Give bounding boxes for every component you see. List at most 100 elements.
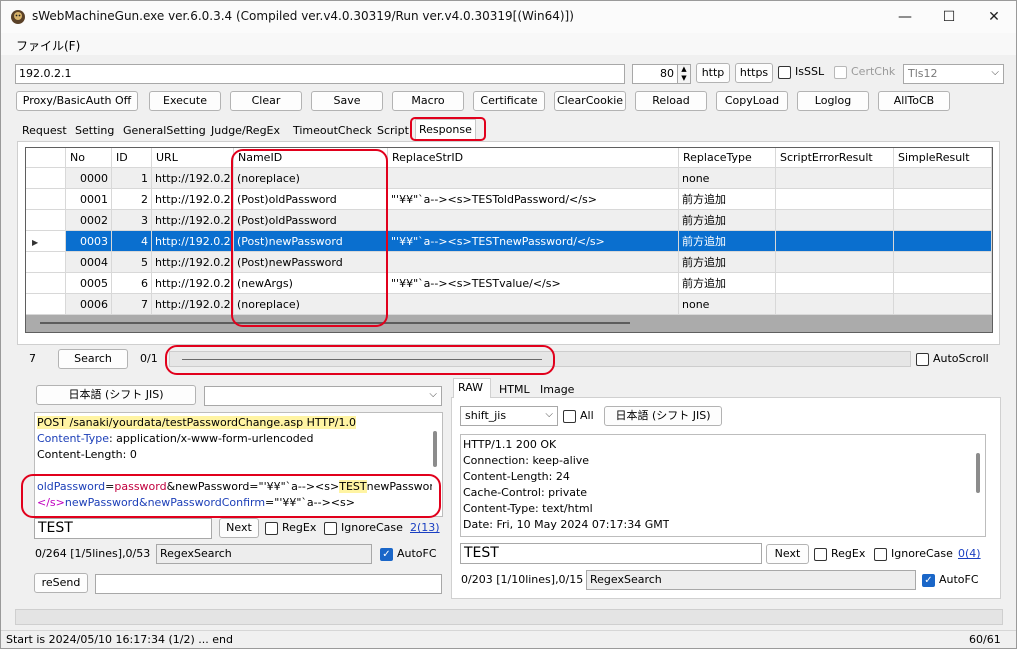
save-button[interactable]: Save <box>311 91 383 111</box>
grid-cell-nameid[interactable]: (Post)oldPassword <box>234 189 388 210</box>
grid-cell-nameid[interactable]: (noreplace) <box>234 168 388 189</box>
grid-scrollbar[interactable] <box>40 322 630 324</box>
tab-generalsetting[interactable]: GeneralSetting <box>120 121 209 142</box>
grid-cell-no[interactable]: 0002 <box>66 210 112 231</box>
grid-cell-replacestrid[interactable]: "'¥¥"`a--><s>TESToldPassword/</s> <box>388 189 679 210</box>
maximize-button[interactable]: ☐ <box>926 1 972 33</box>
proxy-button[interactable]: Proxy/BasicAuth Off <box>16 91 138 111</box>
grid-cell-simpleresult[interactable] <box>894 168 992 189</box>
macro-button[interactable]: Macro <box>392 91 464 111</box>
grid-cell-replacestrid[interactable] <box>388 210 679 231</box>
grid-cell-no[interactable]: 0003 <box>66 231 112 252</box>
response-regex-checkbox[interactable] <box>814 548 827 561</box>
autoscroll-checkbox[interactable] <box>916 353 929 366</box>
response-scrollbar[interactable] <box>976 453 980 493</box>
grid-cell-nameid[interactable]: (Post)newPassword <box>234 231 388 252</box>
menu-file[interactable]: ファイル(F) <box>16 37 80 54</box>
grid-cell-url[interactable]: http://192.0.2.... <box>152 189 234 210</box>
response-ignorecase-checkbox[interactable] <box>874 548 887 561</box>
grid-cell-nameid[interactable]: (noreplace) <box>234 294 388 315</box>
request-ignorecase-checkbox[interactable] <box>324 522 337 535</box>
grid-cell-replacestrid[interactable]: "'¥¥"`a--><s>TESTvalue/</s> <box>388 273 679 294</box>
alltocb-button[interactable]: AllToCB <box>878 91 950 111</box>
resend-button[interactable]: reSend <box>34 573 88 593</box>
grid-cell-replacetype[interactable]: 前方追加 <box>679 273 776 294</box>
grid-cell-nameid[interactable]: (newArgs) <box>234 273 388 294</box>
grid-cell-simpleresult[interactable] <box>894 252 992 273</box>
grid-cell-simpleresult[interactable] <box>894 189 992 210</box>
grid-cell-scripterror[interactable] <box>776 210 894 231</box>
grid-cell-nameid[interactable]: (Post)newPassword <box>234 252 388 273</box>
grid-cell-scripterror[interactable] <box>776 189 894 210</box>
grid-cell-id[interactable]: 3 <box>112 210 152 231</box>
grid-cell-url[interactable]: http://192.0.2.... <box>152 294 234 315</box>
grid-cell-replacestrid[interactable] <box>388 168 679 189</box>
request-regex-search[interactable]: RegexSearch <box>156 544 372 564</box>
grid-cell-replacetype[interactable]: none <box>679 168 776 189</box>
response-tab-raw[interactable]: RAW <box>453 378 491 398</box>
grid-header-nameid[interactable]: NameID <box>234 148 388 168</box>
grid-header-no[interactable]: No <box>66 148 112 168</box>
response-autofc-checkbox[interactable]: ✓ <box>922 574 935 587</box>
grid-cell-id[interactable]: 4 <box>112 231 152 252</box>
response-find-input[interactable]: TEST <box>460 543 762 564</box>
request-find-input[interactable]: TEST <box>34 518 212 539</box>
certificate-button[interactable]: Certificate <box>473 91 545 111</box>
loglog-button[interactable]: Loglog <box>797 91 869 111</box>
grid-header-replacetype[interactable]: ReplaceType <box>679 148 776 168</box>
minimize-button[interactable]: — <box>882 1 928 33</box>
grid-cell-no[interactable]: 0001 <box>66 189 112 210</box>
grid-cell-id[interactable]: 2 <box>112 189 152 210</box>
grid-row-header[interactable] <box>26 294 66 315</box>
response-regex-search[interactable]: RegexSearch <box>586 570 916 590</box>
grid-cell-id[interactable]: 6 <box>112 273 152 294</box>
clearcookie-button[interactable]: ClearCookie <box>554 91 626 111</box>
grid-row-header[interactable] <box>26 252 66 273</box>
request-encoding-select[interactable]: ⌵ <box>204 386 442 406</box>
grid-row-header[interactable] <box>26 210 66 231</box>
grid-row-header[interactable] <box>26 168 66 189</box>
response-encoding-button[interactable]: 日本語 (シフト JIS) <box>604 406 722 426</box>
tab-setting[interactable]: Setting <box>72 121 117 142</box>
https-button[interactable]: https <box>735 63 773 83</box>
response-tab-html[interactable]: HTML <box>496 381 533 398</box>
grid-cell-url[interactable]: http://192.0.2.... <box>152 252 234 273</box>
tab-judge-regex[interactable]: Judge/RegEx <box>208 121 283 142</box>
grid-row-header[interactable] <box>26 273 66 294</box>
grid-cell-id[interactable]: 5 <box>112 252 152 273</box>
tab-response[interactable]: Response <box>415 119 476 141</box>
grid-cell-url[interactable]: http://192.0.2.... <box>152 273 234 294</box>
grid-cell-replacetype[interactable]: 前方追加 <box>679 231 776 252</box>
grid-header-scripterror[interactable]: ScriptErrorResult <box>776 148 894 168</box>
copyload-button[interactable]: CopyLoad <box>716 91 788 111</box>
grid-cell-no[interactable]: 0006 <box>66 294 112 315</box>
grid-cell-url[interactable]: http://192.0.2.... <box>152 210 234 231</box>
grid-cell-replacetype[interactable]: none <box>679 294 776 315</box>
request-next-button[interactable]: Next <box>219 518 259 538</box>
grid-cell-no[interactable]: 0000 <box>66 168 112 189</box>
port-input[interactable]: 80 <box>632 64 678 84</box>
response-charset-select[interactable]: shift_jis ⌵ <box>460 406 558 426</box>
grid-header-replacestrid[interactable]: ReplaceStrID <box>388 148 679 168</box>
grid-cell-scripterror[interactable] <box>776 231 894 252</box>
request-autofc-checkbox[interactable]: ✓ <box>380 548 393 561</box>
clear-button[interactable]: Clear <box>230 91 302 111</box>
grid-cell-scripterror[interactable] <box>776 168 894 189</box>
request-encoding-button[interactable]: 日本語 (シフト JIS) <box>36 385 196 405</box>
grid-cell-simpleresult[interactable] <box>894 273 992 294</box>
reload-button[interactable]: Reload <box>635 91 707 111</box>
response-tab-image[interactable]: Image <box>537 381 577 398</box>
request-regex-checkbox[interactable] <box>265 522 278 535</box>
grid-cell-url[interactable]: http://192.0.2.... <box>152 168 234 189</box>
host-input[interactable]: 192.0.2.1 <box>15 64 625 84</box>
grid-cell-replacestrid[interactable] <box>388 294 679 315</box>
isssl-checkbox[interactable] <box>778 66 791 79</box>
grid-cell-replacetype[interactable]: 前方追加 <box>679 252 776 273</box>
port-spinner[interactable]: ▲ ▼ <box>677 64 691 84</box>
grid-header-simpleresult[interactable]: SimpleResult <box>894 148 992 168</box>
grid-cell-simpleresult[interactable] <box>894 294 992 315</box>
grid-header-url[interactable]: URL <box>152 148 234 168</box>
resend-input[interactable] <box>95 574 442 594</box>
tab-timeoutcheck[interactable]: TimeoutCheck <box>290 121 375 142</box>
grid-cell-replacestrid[interactable]: "'¥¥"`a--><s>TESTnewPassword/</s> <box>388 231 679 252</box>
